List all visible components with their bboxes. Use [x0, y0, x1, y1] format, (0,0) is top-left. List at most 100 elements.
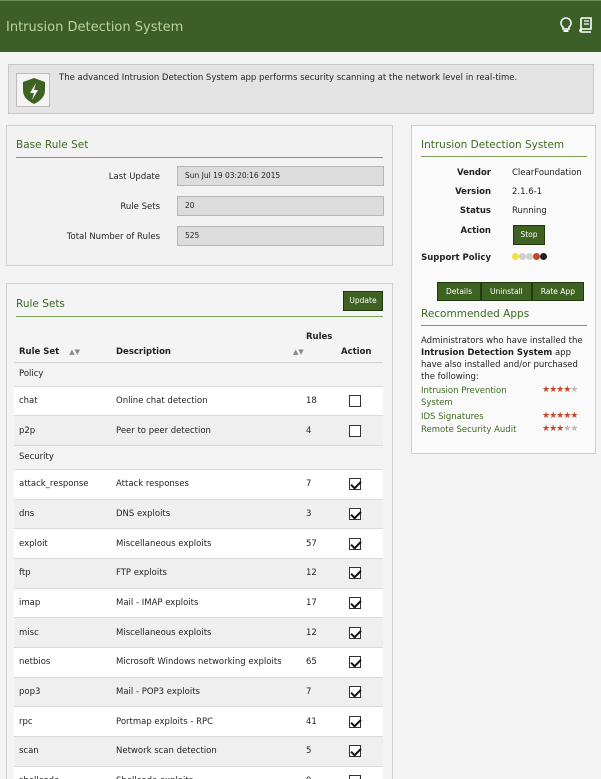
rule-set-name: shellcode [14, 765, 111, 779]
version-value: 2.1.6-1 [512, 187, 543, 197]
support-dot [540, 253, 547, 260]
rule-sets-label: Rule Sets [120, 202, 160, 212]
star-icon: ★ [570, 411, 578, 421]
app-info-title: Intrusion Detection System [421, 139, 565, 151]
rule-description: Miscellaneous exploits [111, 617, 306, 648]
rule-count: 7 [306, 468, 341, 500]
rule-count: 12 [306, 617, 341, 648]
rule-description: FTP exploits [111, 557, 306, 589]
status-value: Running [512, 206, 547, 216]
rule-enabled-checkbox[interactable] [349, 507, 361, 520]
support-dot [533, 253, 540, 260]
rule-description: Network scan detection [111, 736, 306, 767]
column-description[interactable]: Description ▲▼ [111, 330, 306, 363]
recommended-intro: Administrators who have installed the In… [421, 336, 583, 382]
rule-count: 18 [306, 385, 341, 416]
table-row: attack_response Attack responses 7 [14, 468, 383, 500]
support-dot [519, 253, 526, 260]
details-button[interactable]: Details [437, 282, 482, 301]
recommended-app-link[interactable]: Intrusion Prevention System [421, 385, 539, 409]
base-rule-set-panel: Base Rule Set Last Update Sun Jul 19 03:… [6, 125, 393, 266]
rule-description: Online chat detection [111, 385, 306, 416]
support-policy-label: Support Policy [421, 253, 491, 263]
rule-enabled-checkbox[interactable] [349, 394, 361, 407]
rate-app-button[interactable]: Rate App [531, 282, 584, 301]
table-row: misc Miscellaneous exploits 12 [14, 617, 383, 648]
group-name: Policy [14, 361, 383, 386]
base-rule-set-title: Base Rule Set [16, 139, 89, 151]
table-row: ftp FTP exploits 12 [14, 557, 383, 589]
rating-stars: ★★★★★ [542, 385, 578, 395]
status-label: Status [459, 206, 491, 216]
rule-count: 41 [306, 706, 341, 737]
rule-count: 5 [306, 736, 341, 767]
rule-description: Shellcode exploits [111, 765, 306, 779]
recommended-apps-title: Recommended Apps [421, 308, 530, 320]
table-row: chat Online chat detection 18 [14, 385, 383, 416]
column-rule-set[interactable]: Rule Set ▲▼ [14, 330, 111, 363]
rule-enabled-checkbox[interactable] [349, 626, 361, 639]
star-icon: ★ [570, 424, 578, 434]
rule-enabled-checkbox[interactable] [349, 745, 361, 758]
app-title: Intrusion Detection System [6, 20, 184, 35]
rule-enabled-checkbox[interactable] [349, 424, 361, 437]
last-update-label: Last Update [108, 172, 160, 182]
column-action: Action [341, 330, 383, 363]
stop-button[interactable]: Stop [513, 225, 545, 245]
rule-enabled-checkbox[interactable] [349, 537, 361, 550]
support-dot [512, 253, 519, 260]
table-row: scan Network scan detection 5 [14, 736, 383, 767]
sort-icon[interactable]: ▲▼ [293, 348, 304, 356]
rule-enabled-checkbox[interactable] [349, 715, 361, 728]
rule-sets-table: Rule Set ▲▼ Description ▲▼ Rules Action Po… [14, 330, 383, 779]
rule-enabled-checkbox[interactable] [349, 686, 361, 699]
rule-set-name: chat [14, 385, 111, 416]
rule-set-name: ftp [14, 557, 111, 589]
table-row: pop3 Mail - POP3 exploits 7 [14, 676, 383, 707]
book-icon[interactable] [578, 17, 593, 33]
rule-count: 12 [306, 557, 341, 589]
rule-description: Miscellaneous exploits [111, 528, 306, 559]
rule-enabled-checkbox[interactable] [349, 596, 361, 609]
table-row: dns DNS exploits 3 [14, 498, 383, 529]
rule-count: 3 [306, 498, 341, 529]
star-icon: ★ [570, 385, 578, 395]
rule-description: Mail - IMAP exploits [111, 587, 306, 618]
app-info-panel: Intrusion Detection System Vendor ClearF… [411, 125, 596, 454]
update-button[interactable]: Update [343, 291, 383, 311]
rule-enabled-checkbox[interactable] [349, 567, 361, 580]
group-name: Security [14, 444, 383, 470]
rule-count: 9 [306, 765, 341, 779]
rating-stars: ★★★★★ [542, 424, 578, 434]
table-row: shellcodeShellcode exploits9 [14, 765, 383, 779]
vendor-value: ClearFoundation [512, 168, 582, 178]
vendor-label: Vendor [456, 168, 491, 178]
banner-text: The advanced Intrusion Detection System … [59, 73, 518, 83]
rule-enabled-checkbox[interactable] [349, 775, 361, 779]
sort-icon[interactable]: ▲▼ [69, 348, 80, 356]
total-rules-label: Total Number of Rules [66, 232, 160, 242]
rule-set-name: p2p [14, 415, 111, 446]
rule-enabled-checkbox[interactable] [349, 656, 361, 669]
rule-description: Peer to peer detection [111, 415, 306, 446]
rule-count: 4 [306, 415, 341, 446]
recommended-app-link[interactable]: IDS Signatures [421, 411, 539, 423]
rule-description: Portmap exploits - RPC [111, 706, 306, 737]
last-update-value: Sun Jul 19 03:20:16 2015 [177, 166, 384, 186]
rule-set-name: misc [14, 617, 111, 648]
app-description-banner: The advanced Intrusion Detection System … [8, 64, 594, 114]
rule-set-name: attack_response [14, 468, 111, 500]
rule-enabled-checkbox[interactable] [349, 478, 361, 491]
rule-sets-title: Rule Sets [16, 298, 65, 310]
rule-set-name: netbios [14, 647, 111, 678]
column-rules[interactable]: Rules [306, 330, 341, 363]
lightbulb-icon[interactable] [560, 17, 572, 33]
rule-count: 57 [306, 528, 341, 559]
rule-description: DNS exploits [111, 498, 306, 529]
shield-icon [16, 73, 50, 107]
rule-set-name: rpc [14, 706, 111, 737]
rule-description: Microsoft Windows networking exploits [111, 647, 306, 678]
recommended-app-link[interactable]: Remote Security Audit [421, 424, 539, 436]
group-row: Policy [14, 361, 383, 386]
uninstall-button[interactable]: Uninstall [481, 282, 532, 301]
